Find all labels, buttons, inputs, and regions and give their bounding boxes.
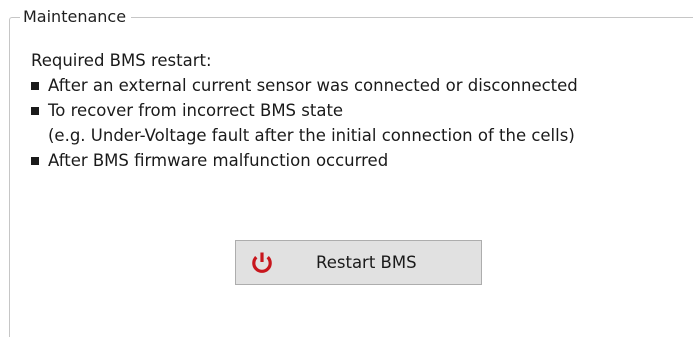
list-item-text: After an external current sensor was con… (48, 76, 578, 95)
power-icon (250, 251, 274, 275)
list-item-text: To recover from incorrect BMS state (48, 101, 344, 120)
bullet-square-icon (31, 157, 39, 165)
restart-intro-text: Required BMS restart: (31, 51, 212, 70)
restart-bms-button[interactable]: Restart BMS (235, 240, 482, 285)
list-item-text: After BMS firmware malfunction occurred (48, 151, 389, 170)
list-item: To recover from incorrect BMS state (e.g… (31, 98, 578, 148)
bullet-square-icon (31, 107, 39, 115)
restart-bms-button-label: Restart BMS (316, 253, 417, 272)
list-item: After an external current sensor was con… (31, 73, 578, 98)
bullet-square-icon (31, 82, 39, 90)
restart-reasons-list: After an external current sensor was con… (31, 73, 578, 173)
list-item-subtext: (e.g. Under-Voltage fault after the init… (48, 126, 575, 145)
power-icon-graphic (252, 252, 272, 273)
list-item: After BMS firmware malfunction occurred (31, 148, 578, 173)
groupbox-title: Maintenance (20, 7, 132, 27)
maintenance-description: Required BMS restart: After an external … (31, 48, 578, 173)
